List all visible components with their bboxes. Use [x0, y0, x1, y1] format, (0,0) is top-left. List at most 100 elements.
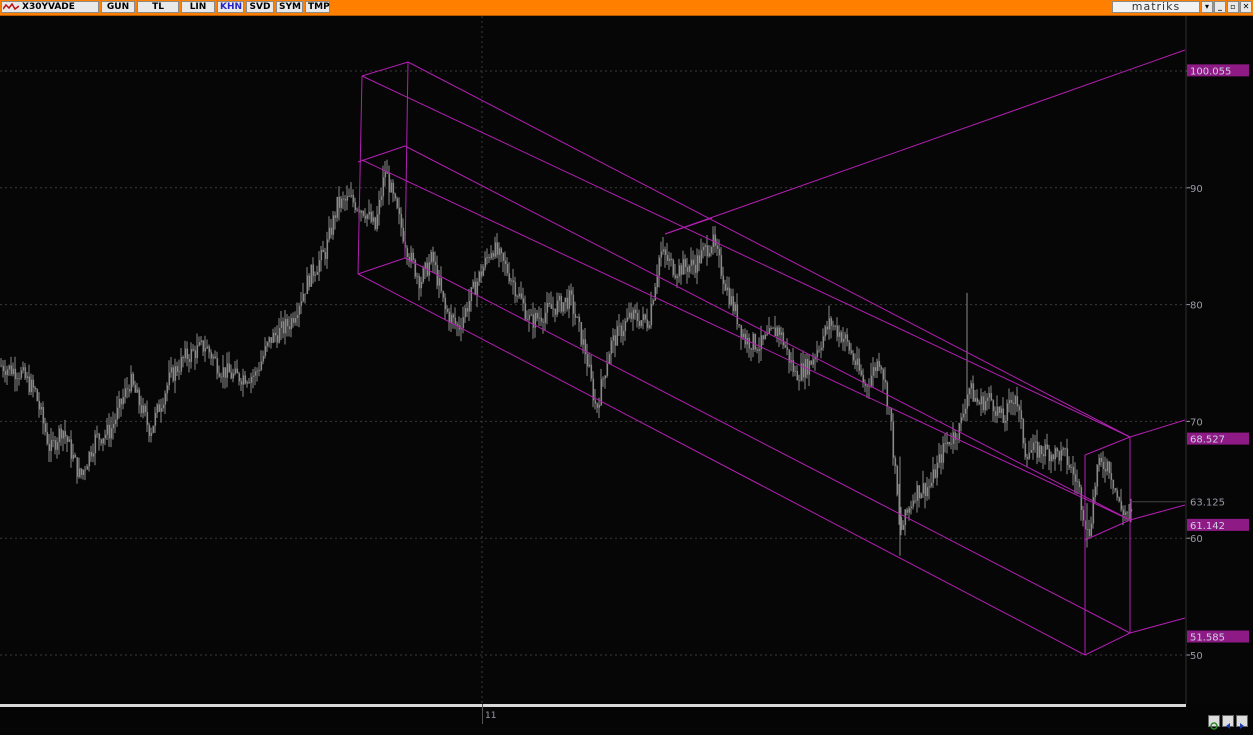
candle-body — [696, 255, 699, 273]
tmp-button[interactable]: TMP — [305, 1, 330, 13]
price-chart[interactable]: 5060708090100 100.05568.52763.12561.1425… — [0, 16, 1253, 704]
candle-body — [374, 217, 377, 229]
candle-body — [60, 428, 63, 439]
candle-body — [112, 423, 115, 429]
symbol-selector[interactable]: X30YVADE — [1, 1, 99, 13]
candle-body — [852, 353, 855, 361]
candle-body — [830, 318, 833, 326]
candle-body — [202, 340, 205, 352]
candle-body — [738, 324, 741, 326]
candle-body — [298, 305, 301, 316]
candle-body — [748, 337, 751, 349]
candle-body — [560, 295, 563, 312]
candle-body — [184, 348, 187, 359]
candle-body — [1002, 408, 1005, 423]
candle-body — [76, 457, 79, 477]
candle-body — [1000, 408, 1003, 413]
candle-body — [942, 443, 945, 463]
scroll-left-icon[interactable] — [1222, 715, 1234, 729]
candle-body — [172, 367, 175, 381]
candle-body — [406, 247, 409, 257]
candle-body — [380, 196, 383, 200]
candle-body — [382, 177, 385, 197]
candle-body — [1112, 479, 1115, 489]
candle-body — [86, 466, 89, 470]
candle-body — [422, 268, 425, 282]
candle-body — [176, 366, 179, 372]
candle-body — [398, 207, 401, 214]
candle-body — [414, 259, 417, 277]
period-button-gun[interactable]: GUN — [101, 1, 135, 13]
candle-body — [1042, 454, 1045, 457]
candle-body — [370, 211, 373, 222]
candle-body — [1038, 445, 1041, 458]
candle-body — [652, 300, 655, 305]
minimize-icon[interactable]: _ — [1214, 1, 1226, 13]
candle-body — [580, 322, 583, 345]
candle-body — [810, 360, 813, 365]
candle-body — [468, 300, 471, 312]
candle-body — [626, 317, 629, 322]
candle-body — [94, 434, 97, 454]
candle-body — [132, 373, 135, 385]
candle-body — [424, 262, 427, 269]
candle-body — [362, 211, 365, 216]
candle-body — [536, 312, 539, 319]
candle-body — [442, 290, 445, 298]
candle-body — [142, 405, 145, 414]
candle-body — [1052, 454, 1055, 460]
candle-body — [550, 304, 553, 309]
candle-body — [284, 318, 287, 334]
candle-body — [1032, 442, 1035, 451]
svd-button[interactable]: SVD — [246, 1, 274, 13]
candle-body — [148, 424, 151, 436]
candle-body — [434, 261, 437, 266]
candle-body — [846, 334, 849, 342]
candle-body — [1030, 450, 1033, 453]
candle-body — [68, 439, 71, 442]
candle-body — [978, 402, 981, 405]
candle-body — [726, 287, 729, 291]
candle-body — [82, 469, 85, 476]
candle-body — [98, 433, 101, 440]
khn-button[interactable]: KHN — [217, 1, 244, 13]
sym-button[interactable]: SYM — [276, 1, 303, 13]
candle-body — [896, 466, 899, 495]
candle-body — [828, 318, 831, 330]
candle-body — [392, 182, 395, 194]
candle-body — [1098, 457, 1101, 465]
candle-body — [570, 290, 573, 295]
candle-body — [782, 332, 785, 346]
scroll-right-icon[interactable] — [1236, 715, 1248, 729]
candle-body — [232, 373, 235, 379]
candle-body — [516, 296, 519, 298]
candle-body — [680, 265, 683, 275]
candle-body — [548, 302, 551, 305]
candle-body — [44, 423, 47, 433]
candle-body — [514, 282, 517, 297]
tl-button[interactable]: TL — [137, 1, 179, 13]
lin-button[interactable]: LIN — [181, 1, 215, 13]
candle-body — [936, 462, 939, 478]
candle-body — [824, 326, 827, 337]
candle-body — [776, 327, 779, 337]
candle-body — [256, 370, 259, 372]
candle-body — [700, 250, 703, 263]
candle-body — [420, 281, 423, 289]
candle-body — [62, 431, 65, 439]
candle-body — [228, 363, 231, 373]
candle-body — [224, 367, 227, 378]
refresh-icon[interactable] — [1208, 715, 1220, 730]
candle-body — [360, 211, 363, 213]
candle-body — [910, 506, 913, 509]
candle-body — [102, 438, 105, 444]
candle-body — [802, 363, 805, 378]
restore-icon[interactable]: ▫ — [1227, 1, 1239, 13]
dropdown-arrow-icon[interactable]: ▾ — [1201, 1, 1213, 13]
candle-body — [616, 326, 619, 346]
candle-body — [1064, 448, 1067, 450]
candle-body — [574, 313, 577, 318]
close-icon[interactable]: ✕ — [1240, 1, 1252, 13]
candle-body — [248, 382, 251, 384]
price-label: 61.142 — [1190, 521, 1225, 532]
